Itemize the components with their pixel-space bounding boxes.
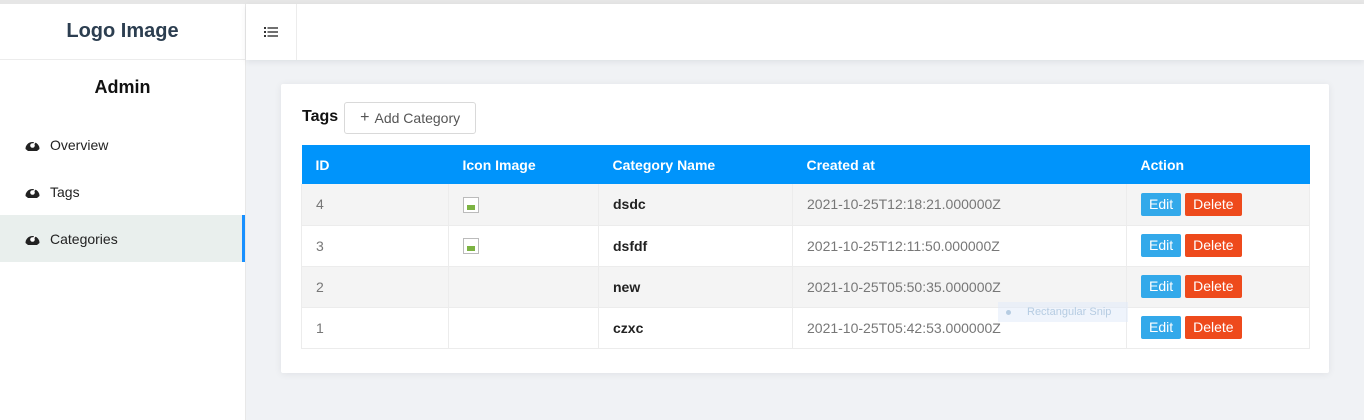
add-category-button[interactable]: + Add Category xyxy=(344,102,477,134)
cell-icon-image xyxy=(448,266,599,308)
table-row: 4 dsdc 2021-10-25T12:18:21.000000Z Edit D… xyxy=(301,184,1310,226)
table-row: 2 new 2021-10-25T05:50:35.000000Z Edit De… xyxy=(301,266,1310,308)
cell-id: 2 xyxy=(301,266,449,308)
categories-table: ID Icon Image Category Name Created at A… xyxy=(301,145,1310,349)
sidebar-item-label: Overview xyxy=(50,136,109,153)
table-row: 3 dsfdf 2021-10-25T12:11:50.000000Z Edit… xyxy=(301,225,1310,267)
cell-created-at: 2021-10-25T05:50:35.000000Z xyxy=(792,266,1127,308)
add-category-label: Add Category xyxy=(374,110,461,126)
page-title: Tags xyxy=(302,108,339,125)
cell-category-name: new xyxy=(598,266,793,308)
cell-icon-image xyxy=(448,225,599,267)
sidebar-menu: Overview Tags Categories xyxy=(0,121,245,262)
cell-category-name: dsfdf xyxy=(598,225,793,267)
column-header-id[interactable]: ID xyxy=(301,145,449,184)
delete-button[interactable]: Delete xyxy=(1185,316,1242,339)
edit-button[interactable]: Edit xyxy=(1141,316,1182,339)
menu-toggle-button[interactable] xyxy=(246,4,297,60)
plus-icon: + xyxy=(360,109,370,126)
dashboard-icon xyxy=(25,141,40,151)
sidebar-item-label: Tags xyxy=(50,183,80,200)
sidebar-role-title: Admin xyxy=(94,76,151,97)
delete-button[interactable]: Delete xyxy=(1185,275,1242,298)
cell-category-name: dsdc xyxy=(598,184,793,226)
edit-button[interactable]: Edit xyxy=(1141,275,1182,298)
edit-button[interactable]: Edit xyxy=(1141,192,1182,216)
delete-button[interactable]: Delete xyxy=(1185,234,1242,257)
column-header-created-at[interactable]: Created at xyxy=(792,145,1127,184)
menu-toggle-icon xyxy=(264,27,278,37)
sidebar-item-tags[interactable]: Tags xyxy=(0,168,245,215)
logo[interactable]: Logo Image xyxy=(0,4,245,60)
sidebar: Logo Image Admin Overview Tags Categorie… xyxy=(0,4,246,420)
cell-actions: Edit Delete xyxy=(1126,266,1310,308)
cell-actions: Edit Delete xyxy=(1126,307,1310,349)
edit-button[interactable]: Edit xyxy=(1141,234,1182,257)
sidebar-item-categories[interactable]: Categories xyxy=(0,215,245,262)
cell-category-name: czxc xyxy=(598,307,793,349)
tags-card: Tags + Add Category ID Icon Image Catego… xyxy=(281,84,1329,373)
cell-id: 3 xyxy=(301,225,449,267)
cell-actions: Edit Delete xyxy=(1126,184,1310,226)
sidebar-item-overview[interactable]: Overview xyxy=(0,121,245,168)
cell-id: 1 xyxy=(301,307,449,349)
cell-icon-image xyxy=(448,307,599,349)
cell-icon-image xyxy=(448,184,599,226)
column-header-category-name[interactable]: Category Name xyxy=(598,145,793,184)
delete-button[interactable]: Delete xyxy=(1185,192,1242,216)
table-header-row: ID Icon Image Category Name Created at A… xyxy=(301,145,1310,184)
top-header xyxy=(246,4,1364,60)
broken-image-icon xyxy=(463,196,479,213)
cell-created-at: 2021-10-25T05:42:53.000000Z xyxy=(792,307,1127,349)
column-header-action: Action xyxy=(1126,145,1310,184)
card-header: Tags + Add Category xyxy=(302,102,477,134)
cell-id: 4 xyxy=(301,184,449,226)
dashboard-icon xyxy=(25,188,40,198)
dashboard-icon xyxy=(25,235,40,245)
broken-image-icon xyxy=(463,238,479,255)
sidebar-item-label: Categories xyxy=(50,230,118,247)
column-header-icon-image[interactable]: Icon Image xyxy=(448,145,599,184)
cell-created-at: 2021-10-25T12:11:50.000000Z xyxy=(792,225,1127,267)
cell-created-at: 2021-10-25T12:18:21.000000Z xyxy=(792,184,1127,226)
table-row: 1 czxc 2021-10-25T05:42:53.000000Z Edit D… xyxy=(301,307,1310,349)
cell-actions: Edit Delete xyxy=(1126,225,1310,267)
